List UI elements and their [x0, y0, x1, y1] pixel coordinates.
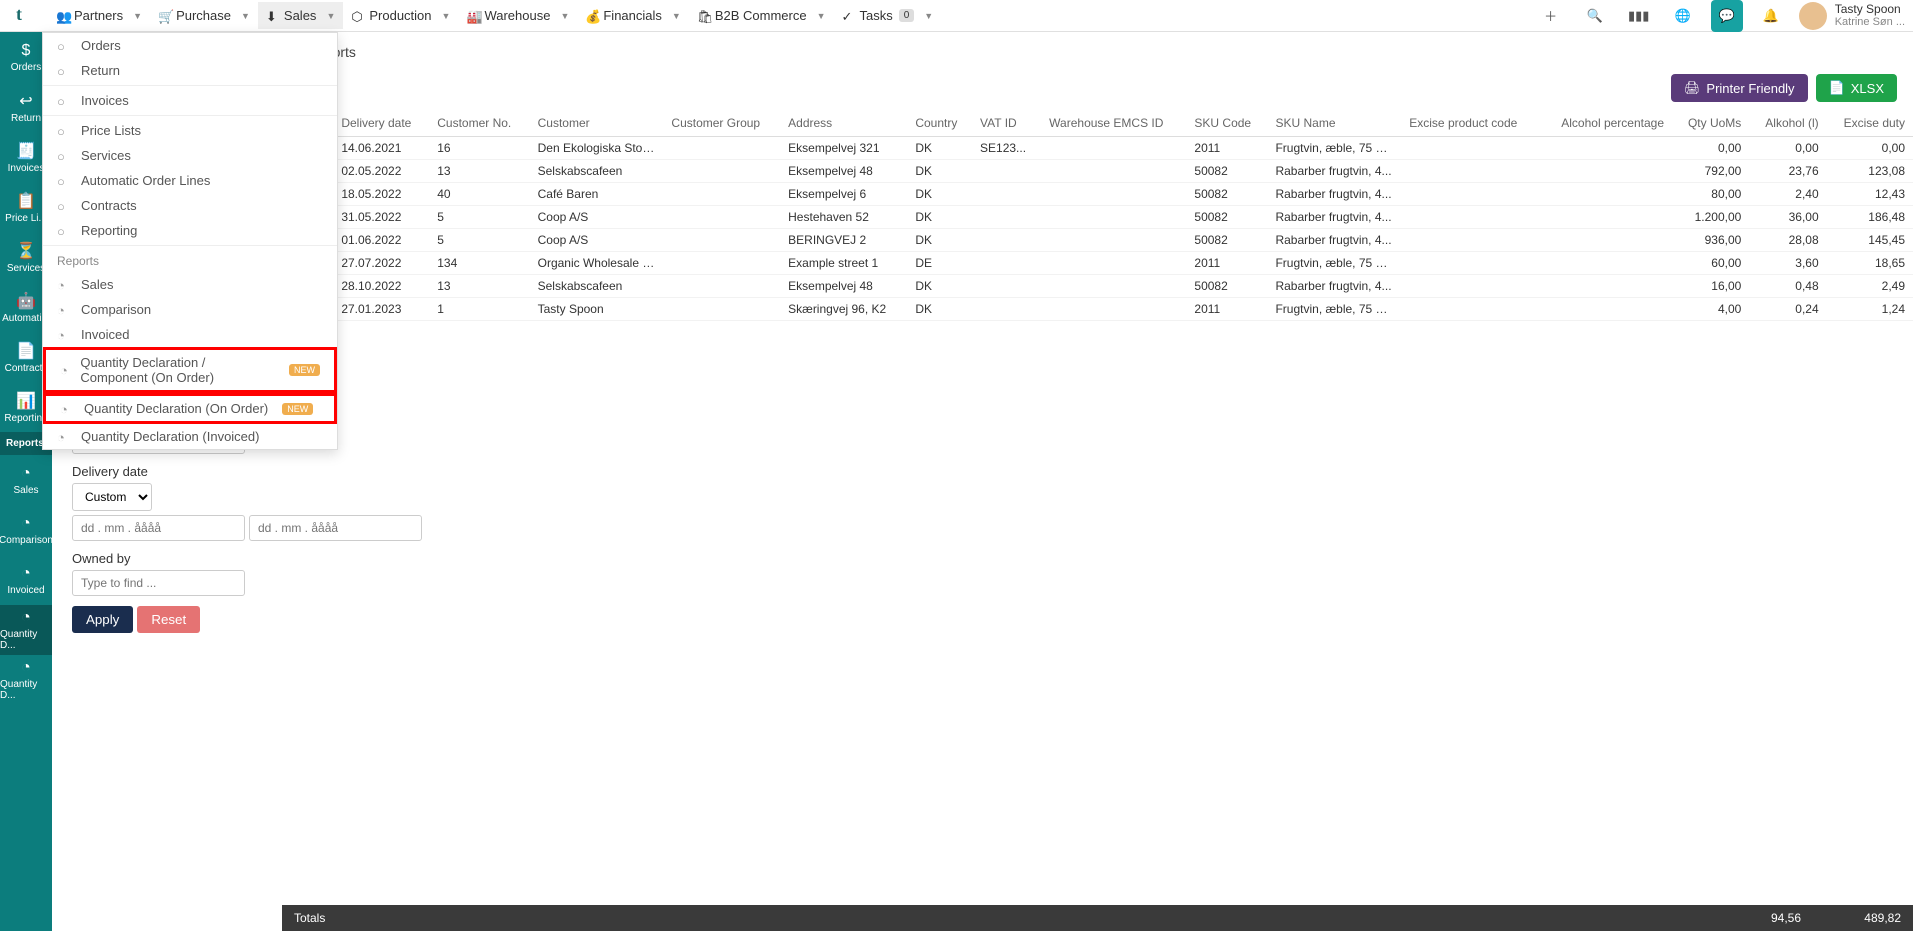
topnav-tasks[interactable]: ✓Tasks0▼	[833, 2, 941, 29]
col-address[interactable]: Address	[780, 110, 907, 137]
report-table: TypeDelivery dateCustomer No.CustomerCus…	[282, 110, 1913, 321]
table-row[interactable]: Sales01.06.20225Coop A/SBERINGVEJ 2DK500…	[282, 229, 1913, 252]
dropdown-reporting[interactable]: ○Reporting	[43, 218, 337, 243]
chevron-down-icon: ▼	[560, 11, 569, 21]
table-row[interactable]: Sales14.06.202116Den Ekologiska Stor...E…	[282, 137, 1913, 160]
tasks-badge: 0	[899, 9, 915, 22]
avatar	[1799, 2, 1827, 30]
printer-icon: 🖨	[1684, 80, 1701, 96]
dropdown-report-0[interactable]: ◔Sales	[43, 272, 337, 297]
chat-icon[interactable]: 💬	[1711, 0, 1743, 32]
search-icon[interactable]: 🔍	[1579, 0, 1611, 32]
warehouse-icon: 🏭	[466, 9, 480, 23]
partners-icon: 👥	[56, 9, 70, 23]
leftrail-report-4[interactable]: ◔Quantity D...	[0, 655, 52, 705]
dropdown-services[interactable]: ○Services	[43, 143, 337, 168]
new-badge: NEW	[289, 364, 320, 376]
chevron-down-icon: ▼	[817, 11, 826, 21]
col-alcohol-percentage[interactable]: Alcohol percentage	[1540, 110, 1672, 137]
col-excise-duty[interactable]: Excise duty	[1827, 110, 1913, 137]
date-from-input[interactable]	[72, 515, 245, 541]
leftrail-report-3[interactable]: ◔Quantity D...	[0, 605, 52, 655]
col-customer[interactable]: Customer	[530, 110, 664, 137]
tasks-icon: ✓	[841, 9, 855, 23]
delivery-date-select[interactable]: Custom	[72, 483, 152, 511]
owned-by-input[interactable]	[72, 570, 245, 596]
col-alkohol-l-[interactable]: Alkohol (l)	[1749, 110, 1826, 137]
totals-label: Totals	[294, 911, 325, 925]
dropdown-invoices[interactable]: ○Invoices	[43, 88, 337, 113]
dropdown-return[interactable]: ○Return	[43, 58, 337, 83]
chevron-down-icon: ▼	[326, 11, 335, 21]
leftrail-report-1[interactable]: ◔Comparison	[0, 505, 52, 555]
topnav-purchase[interactable]: 🛒Purchase▼	[150, 2, 258, 29]
table-row[interactable]: Sales28.10.202213SelskabscafeenEksempelv…	[282, 275, 1913, 298]
topnav-warehouse[interactable]: 🏭Warehouse▼	[458, 2, 577, 29]
table-row[interactable]: Sales02.05.202213SelskabscafeenEksempelv…	[282, 160, 1913, 183]
sales-icon: ⬇	[266, 9, 280, 23]
topnav-financials[interactable]: 💰Financials▼	[577, 2, 688, 29]
purchase-icon: 🛒	[158, 9, 172, 23]
chevron-down-icon: ▼	[133, 11, 142, 21]
col-sku-name[interactable]: SKU Name	[1267, 110, 1401, 137]
barcode-icon[interactable]: ▮▮▮	[1623, 0, 1655, 32]
dropdown-report-1[interactable]: ◔Comparison	[43, 297, 337, 322]
col-customer-group[interactable]: Customer Group	[663, 110, 780, 137]
leftrail-report-0[interactable]: ◔Sales	[0, 455, 52, 505]
add-icon[interactable]: ＋	[1535, 0, 1567, 32]
production-icon: ⬡	[351, 9, 365, 23]
table-row[interactable]: Sales31.05.20225Coop A/SHestehaven 52DK5…	[282, 206, 1913, 229]
dropdown-report-4[interactable]: ◔Quantity Declaration (On Order)NEW	[43, 393, 337, 424]
user-company: Tasty Spoon	[1835, 3, 1905, 16]
table-row[interactable]: Sales27.01.20231Tasty SpoonSkæringvej 96…	[282, 298, 1913, 321]
totals-bar: Totals 94,56 489,82	[282, 905, 1913, 931]
chevron-down-icon: ▼	[241, 11, 250, 21]
col-sku-code[interactable]: SKU Code	[1186, 110, 1267, 137]
col-country[interactable]: Country	[907, 110, 972, 137]
dropdown-report-2[interactable]: ◔Invoiced	[43, 322, 337, 347]
topnav-partners[interactable]: 👥Partners▼	[48, 2, 150, 29]
new-badge: NEW	[282, 403, 313, 415]
chevron-down-icon: ▼	[672, 11, 681, 21]
topnav-sales[interactable]: ⬇Sales▼	[258, 2, 343, 29]
col-qty-uoms[interactable]: Qty UoMs	[1672, 110, 1749, 137]
col-customer-no-[interactable]: Customer No.	[429, 110, 529, 137]
file-icon: 📄	[1829, 80, 1845, 96]
totals-excise: 489,82	[1801, 911, 1901, 925]
totals-alkohol: 94,56	[1701, 911, 1801, 925]
col-warehouse-emcs-id[interactable]: Warehouse EMCS ID	[1041, 110, 1186, 137]
globe-icon[interactable]: 🌐	[1667, 0, 1699, 32]
dropdown-report-3[interactable]: ◔Quantity Declaration / Component (On Or…	[43, 347, 337, 393]
dropdown-contracts[interactable]: ○Contracts	[43, 193, 337, 218]
user-menu[interactable]: Tasty Spoon Katrine Søn ...	[1799, 2, 1905, 30]
col-delivery-date[interactable]: Delivery date	[333, 110, 429, 137]
dropdown-price-lists[interactable]: ○Price Lists	[43, 118, 337, 143]
table-row[interactable]: Sales27.07.2022134Organic Wholesale C...…	[282, 252, 1913, 275]
b2b commerce-icon: 🛍	[697, 9, 711, 23]
dropdown-report-5[interactable]: ◔Quantity Declaration (Invoiced)	[43, 424, 337, 449]
table-row[interactable]: Sales18.05.202240Café BarenEksempelvej 6…	[282, 183, 1913, 206]
col-vat-id[interactable]: VAT ID	[972, 110, 1041, 137]
bell-icon[interactable]: 🔔	[1755, 0, 1787, 32]
reset-button[interactable]: Reset	[137, 606, 200, 633]
dropdown-orders[interactable]: ○Orders	[43, 33, 337, 58]
user-name: Katrine Søn ...	[1835, 16, 1905, 28]
chevron-down-icon: ▼	[924, 11, 933, 21]
printer-friendly-button[interactable]: 🖨Printer Friendly	[1671, 74, 1808, 102]
leftrail-report-2[interactable]: ◔Invoiced	[0, 555, 52, 605]
financials-icon: 💰	[585, 9, 599, 23]
app-logo[interactable]: t	[16, 4, 40, 28]
apply-button[interactable]: Apply	[72, 606, 133, 633]
topnav-production[interactable]: ⬡Production▼	[343, 2, 458, 29]
col-excise-product-code[interactable]: Excise product code	[1401, 110, 1539, 137]
dropdown-reports-header: Reports	[43, 248, 337, 272]
topnav-b2b-commerce[interactable]: 🛍B2B Commerce▼	[689, 2, 834, 29]
xlsx-button[interactable]: 📄XLSX	[1816, 74, 1897, 102]
dropdown-automatic-order-lines[interactable]: ○Automatic Order Lines	[43, 168, 337, 193]
sales-dropdown: ○Orders○Return ○Invoices ○Price Lists○Serv…	[42, 32, 338, 450]
chevron-down-icon: ▼	[442, 11, 451, 21]
